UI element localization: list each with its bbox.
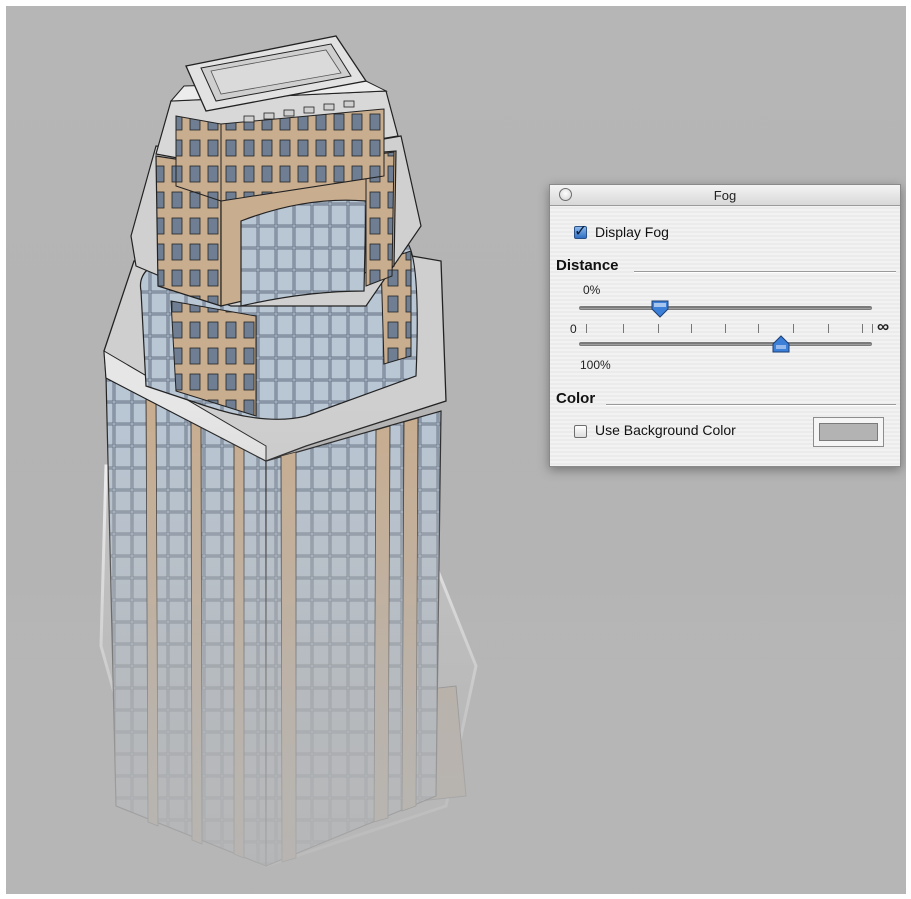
color-well-button[interactable] (813, 417, 884, 447)
fog-panel: Fog ✓ Display Fog Distance 0% 0 ∞ 100% C… (549, 184, 901, 467)
color-section-rule (606, 404, 896, 406)
scale-tick (793, 324, 794, 333)
distance-section-rule (634, 271, 896, 273)
scale-tick (828, 324, 829, 333)
display-fog-label: Display Fog (595, 224, 669, 240)
start-percent-label: 0% (583, 283, 601, 297)
scale-tick (623, 324, 624, 333)
use-background-color-label: Use Background Color (595, 422, 736, 438)
start-slider-track[interactable] (579, 306, 872, 310)
end-percent-label: 100% (580, 358, 611, 372)
display-fog-checkbox[interactable]: ✓ (574, 221, 587, 240)
3d-viewport[interactable]: Fog ✓ Display Fog Distance 0% 0 ∞ 100% C… (6, 6, 906, 894)
scale-tick (872, 324, 873, 333)
slider-thumb-down-icon[interactable] (651, 300, 669, 318)
slider-thumb-up-icon[interactable] (772, 335, 790, 353)
end-slider-track[interactable] (579, 342, 872, 346)
scale-tick (862, 324, 863, 333)
scale-tick (725, 324, 726, 333)
use-background-color-checkbox[interactable] (574, 425, 587, 438)
scale-tick (586, 324, 587, 333)
scale-min-label: 0 (570, 322, 577, 336)
scale-tick (658, 324, 659, 333)
color-swatch (819, 423, 878, 441)
scale-tick (758, 324, 759, 333)
color-section-title: Color (556, 390, 596, 407)
checkmark-icon: ✓ (574, 221, 588, 240)
scale-max-label: ∞ (877, 317, 890, 336)
fog-titlebar[interactable]: Fog (550, 185, 900, 206)
scale-tick (691, 324, 692, 333)
fog-title: Fog (713, 188, 737, 203)
distance-section-title: Distance (556, 257, 619, 274)
